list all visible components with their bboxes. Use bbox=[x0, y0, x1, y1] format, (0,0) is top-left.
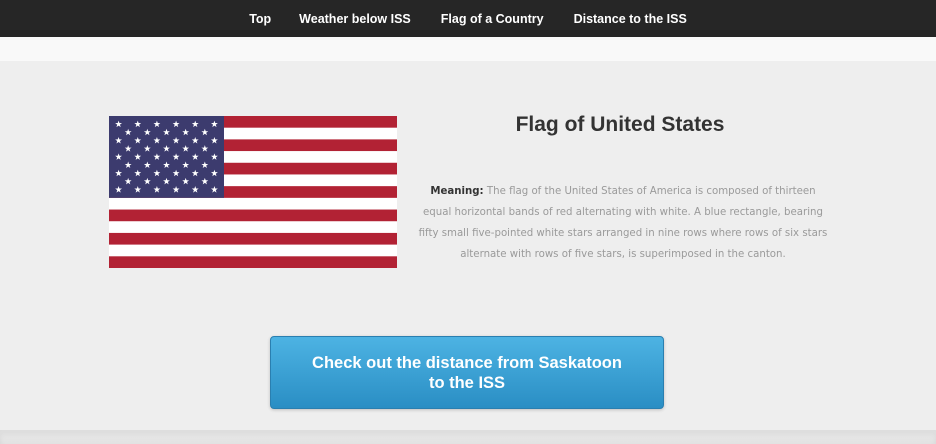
nav-link-distance-to-iss[interactable]: Distance to the ISS bbox=[574, 12, 687, 26]
nav-link-top[interactable]: Top bbox=[249, 12, 271, 26]
page-bottom-edge bbox=[0, 430, 936, 444]
meaning-label: Meaning: bbox=[430, 186, 484, 197]
sub-header-bar bbox=[0, 37, 936, 61]
nav-link-flag-of-a-country[interactable]: Flag of a Country bbox=[441, 12, 544, 26]
cta-label-line-2: to the ISS bbox=[428, 374, 506, 392]
top-navbar: Top Weather below ISS Flag of a Country … bbox=[0, 0, 936, 37]
flag-stripe bbox=[109, 232, 397, 245]
nav-link-weather-below-iss[interactable]: Weather below ISS bbox=[299, 12, 411, 26]
flag-stripe bbox=[109, 221, 397, 234]
flag-stripe bbox=[109, 244, 397, 257]
distance-cta-button[interactable]: Check out the distance from Saskatoon to… bbox=[270, 336, 664, 409]
flag-meaning: Meaning: The flag of the United States o… bbox=[418, 181, 828, 265]
cta-label-line-1: Check out the distance from Saskatoon bbox=[312, 354, 622, 372]
meaning-text: The flag of the United States of America… bbox=[418, 186, 828, 260]
flag-title: Flag of United States bbox=[515, 113, 725, 136]
flag-stripe bbox=[109, 197, 397, 210]
us-flag-image bbox=[109, 116, 397, 268]
flag-canton bbox=[109, 116, 224, 198]
flag-stripe bbox=[109, 256, 397, 268]
flag-stripe bbox=[109, 209, 397, 222]
